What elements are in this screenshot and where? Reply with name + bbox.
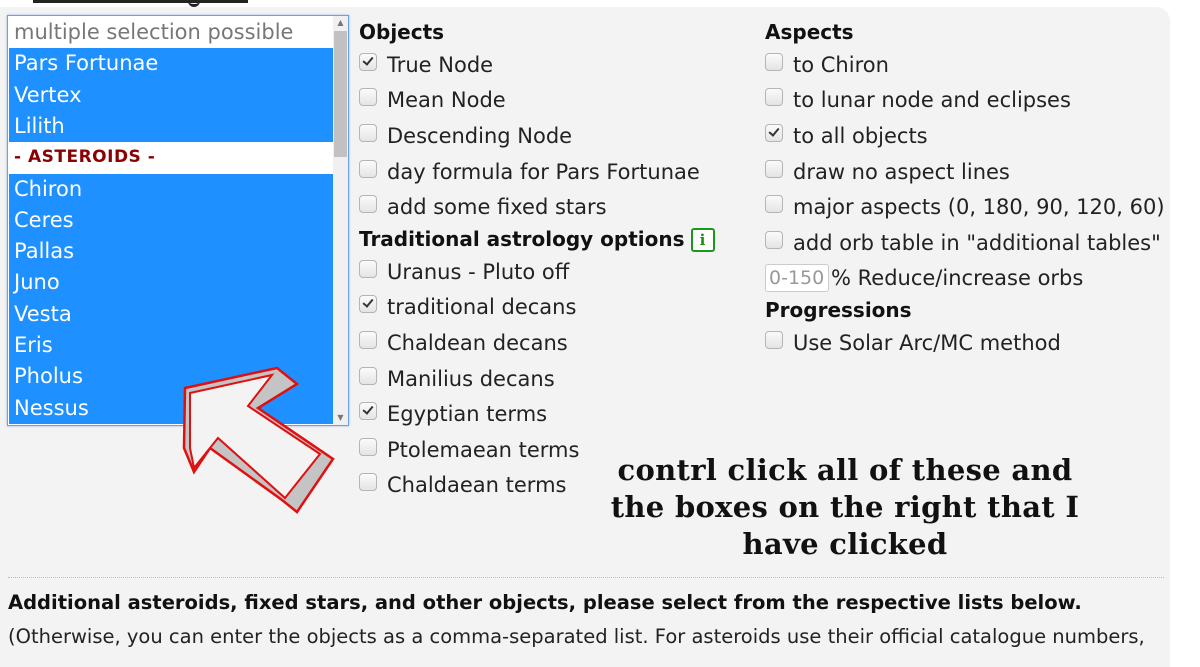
orb-table-checkbox[interactable] xyxy=(765,230,783,249)
checkbox-label: add some fixed stars xyxy=(387,195,607,220)
scrollbar-thumb[interactable] xyxy=(334,31,347,157)
manilius-decans-checkbox[interactable] xyxy=(359,366,377,385)
checkbox-row-true-node[interactable]: True Node xyxy=(359,47,715,83)
checkbox-label: major aspects (0, 180, 90, 120, 60) xyxy=(793,195,1165,220)
checkbox-label: Chaldean decans xyxy=(387,330,568,355)
listbox-option-ceres[interactable]: Ceres xyxy=(9,204,334,237)
annotation-text: contrl click all of these and the boxes … xyxy=(605,452,1085,563)
traditional-heading: Traditional astrology options i xyxy=(359,225,715,254)
chaldaean-terms-checkbox[interactable] xyxy=(359,473,377,492)
listbox-option-pallas[interactable]: Pallas xyxy=(9,236,334,268)
checkbox-row-solar-arc[interactable]: Use Solar Arc/MC method xyxy=(765,325,1165,361)
aspects-heading: Aspects xyxy=(765,20,854,44)
checkbox-label: draw no aspect lines xyxy=(793,159,1010,184)
annotation-arrow-icon xyxy=(182,366,335,514)
fixed-stars-checkbox[interactable] xyxy=(359,195,377,214)
checkbox-row-egyptian-terms[interactable]: Egyptian terms xyxy=(359,396,715,432)
orb-row: % Reduce/increase orbs xyxy=(765,261,1165,297)
additional-objects-note: (Otherwise, you can enter the objects as… xyxy=(8,625,1145,648)
listbox-option-lilith[interactable]: Lilith xyxy=(9,110,334,143)
scroll-up-arrow-icon[interactable]: ▲ xyxy=(333,16,348,30)
uranus-pluto-off-checkbox[interactable] xyxy=(359,259,377,278)
checkbox-row-traditional-decans[interactable]: traditional decans xyxy=(359,290,715,326)
checkbox-label: to Chiron xyxy=(793,52,889,77)
no-aspect-lines-checkbox[interactable] xyxy=(765,159,783,178)
checkbox-row-uranus-pluto-off[interactable]: Uranus - Pluto off xyxy=(359,254,715,290)
annotation-line-2: the boxes on the right that I xyxy=(610,490,1080,524)
annotation-line-1: contrl click all of these and xyxy=(617,453,1073,487)
traditional-heading-text: Traditional astrology options xyxy=(359,226,685,251)
day-formula-checkbox[interactable] xyxy=(359,159,377,178)
listbox-option-eris[interactable]: Eris xyxy=(9,330,334,362)
descending-node-checkbox[interactable] xyxy=(359,123,377,142)
checkbox-row-lunar-node[interactable]: to lunar node and eclipses xyxy=(765,83,1165,119)
checkbox-label: Ptolemaean terms xyxy=(387,437,580,462)
checkbox-row-fixed-stars[interactable]: add some fixed stars xyxy=(359,189,715,225)
lunar-node-checkbox[interactable] xyxy=(765,88,783,107)
annotation-line-3: have clicked xyxy=(742,527,948,561)
checkbox-label: Manilius decans xyxy=(387,366,555,391)
true-node-checkbox[interactable] xyxy=(359,52,377,71)
chaldean-decans-checkbox[interactable] xyxy=(359,330,377,349)
checkbox-label: to lunar node and eclipses xyxy=(793,88,1071,113)
orb-percent-input[interactable] xyxy=(765,264,829,293)
listbox-option-juno[interactable]: Juno xyxy=(9,267,334,299)
checkbox-row-orb-table[interactable]: add orb table in "additional tables" xyxy=(765,225,1165,261)
checkbox-row-descending-node[interactable]: Descending Node xyxy=(359,118,715,154)
checkbox-label: day formula for Pars Fortunae xyxy=(387,159,700,184)
additional-objects-heading: Additional asteroids, fixed stars, and o… xyxy=(8,591,1082,614)
section-divider xyxy=(8,577,1164,578)
listbox-placeholder-option[interactable]: multiple selection possible xyxy=(9,17,334,49)
progressions-heading: Progressions xyxy=(765,298,912,323)
orb-label: % Reduce/increase orbs xyxy=(831,266,1084,291)
listbox-option-vesta[interactable]: Vesta xyxy=(9,298,334,330)
ptolemaean-terms-checkbox[interactable] xyxy=(359,437,377,456)
top-heading-underline xyxy=(33,0,248,3)
traditional-decans-checkbox[interactable] xyxy=(359,295,377,314)
checkbox-row-chaldean-decans[interactable]: Chaldean decans xyxy=(359,325,715,361)
to-chiron-checkbox[interactable] xyxy=(765,52,783,71)
listbox-option-chiron[interactable]: Chiron xyxy=(9,173,334,205)
mean-node-checkbox[interactable] xyxy=(359,88,377,107)
checkbox-label: traditional decans xyxy=(387,295,577,320)
listbox-group-asteroids: - ASTEROIDS - xyxy=(9,142,334,174)
solar-arc-checkbox[interactable] xyxy=(765,330,783,349)
checkbox-row-no-aspect-lines[interactable]: draw no aspect lines xyxy=(765,154,1165,190)
egyptian-terms-checkbox[interactable] xyxy=(359,402,377,421)
checkbox-label: Mean Node xyxy=(387,88,506,113)
checkbox-row-day-formula[interactable]: day formula for Pars Fortunae xyxy=(359,154,715,190)
top-heading-descender xyxy=(188,0,200,7)
checkbox-label: Egyptian terms xyxy=(387,402,548,427)
checkbox-label: to all objects xyxy=(793,123,928,148)
checkbox-label: Chaldaean terms xyxy=(387,473,567,498)
listbox-option-pars-fortunae[interactable]: Pars Fortunae xyxy=(9,48,334,80)
checkbox-label: Descending Node xyxy=(387,123,573,148)
aspects-column: Aspects to Chiron to lunar node and ecli… xyxy=(765,18,1165,361)
listbox-option-vertex[interactable]: Vertex xyxy=(9,79,334,111)
info-icon[interactable]: i xyxy=(690,227,715,252)
checkbox-row-all-objects[interactable]: to all objects xyxy=(765,118,1165,154)
objects-column: Objects True Node Mean Node Descending N… xyxy=(359,18,715,503)
checkbox-row-mean-node[interactable]: Mean Node xyxy=(359,83,715,119)
checkbox-label: Use Solar Arc/MC method xyxy=(793,330,1061,355)
checkbox-row-major-aspects[interactable]: major aspects (0, 180, 90, 120, 60) xyxy=(765,189,1165,225)
checkbox-label: Uranus - Pluto off xyxy=(387,259,570,284)
objects-heading: Objects xyxy=(359,20,445,44)
checkbox-row-manilius-decans[interactable]: Manilius decans xyxy=(359,361,715,397)
checkbox-label: True Node xyxy=(387,52,494,77)
major-aspects-checkbox[interactable] xyxy=(765,195,783,214)
checkbox-row-to-chiron[interactable]: to Chiron xyxy=(765,47,1165,83)
all-objects-checkbox[interactable] xyxy=(765,123,783,142)
checkbox-label: add orb table in "additional tables" xyxy=(793,230,1161,255)
